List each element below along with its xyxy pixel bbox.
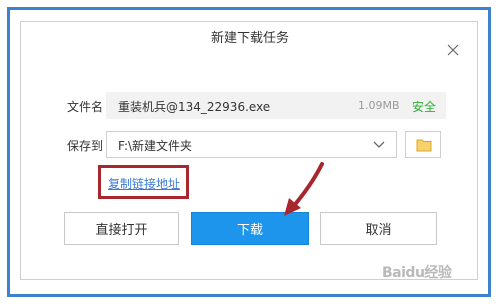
- close-button[interactable]: [446, 42, 460, 56]
- dialog-title: 新建下载任务: [210, 31, 289, 46]
- baidu-watermark: Baidu经验: [382, 265, 452, 281]
- browse-folder-button[interactable]: [405, 131, 441, 158]
- close-icon: [447, 44, 459, 56]
- copy-link-address[interactable]: 复制链接地址: [108, 175, 180, 192]
- file-name-value: 重装机兵@134_22936.exe: [118, 100, 271, 114]
- folder-icon: [416, 139, 432, 152]
- file-size: 1.09MB: [358, 99, 400, 112]
- file-name-field: 重装机兵@134_22936.exe 1.09MB 安全: [106, 92, 446, 119]
- save-to-label: 保存到: [67, 139, 104, 153]
- open-directly-button[interactable]: 直接打开: [64, 212, 179, 245]
- save-path-select[interactable]: F:\新建文件夹: [106, 131, 397, 158]
- file-name-label: 文件名: [67, 100, 104, 114]
- security-status: 安全: [412, 100, 437, 114]
- chevron-down-icon: [373, 141, 385, 148]
- save-path-value: F:\新建文件夹: [118, 139, 193, 153]
- annotation-arrow: [284, 162, 324, 216]
